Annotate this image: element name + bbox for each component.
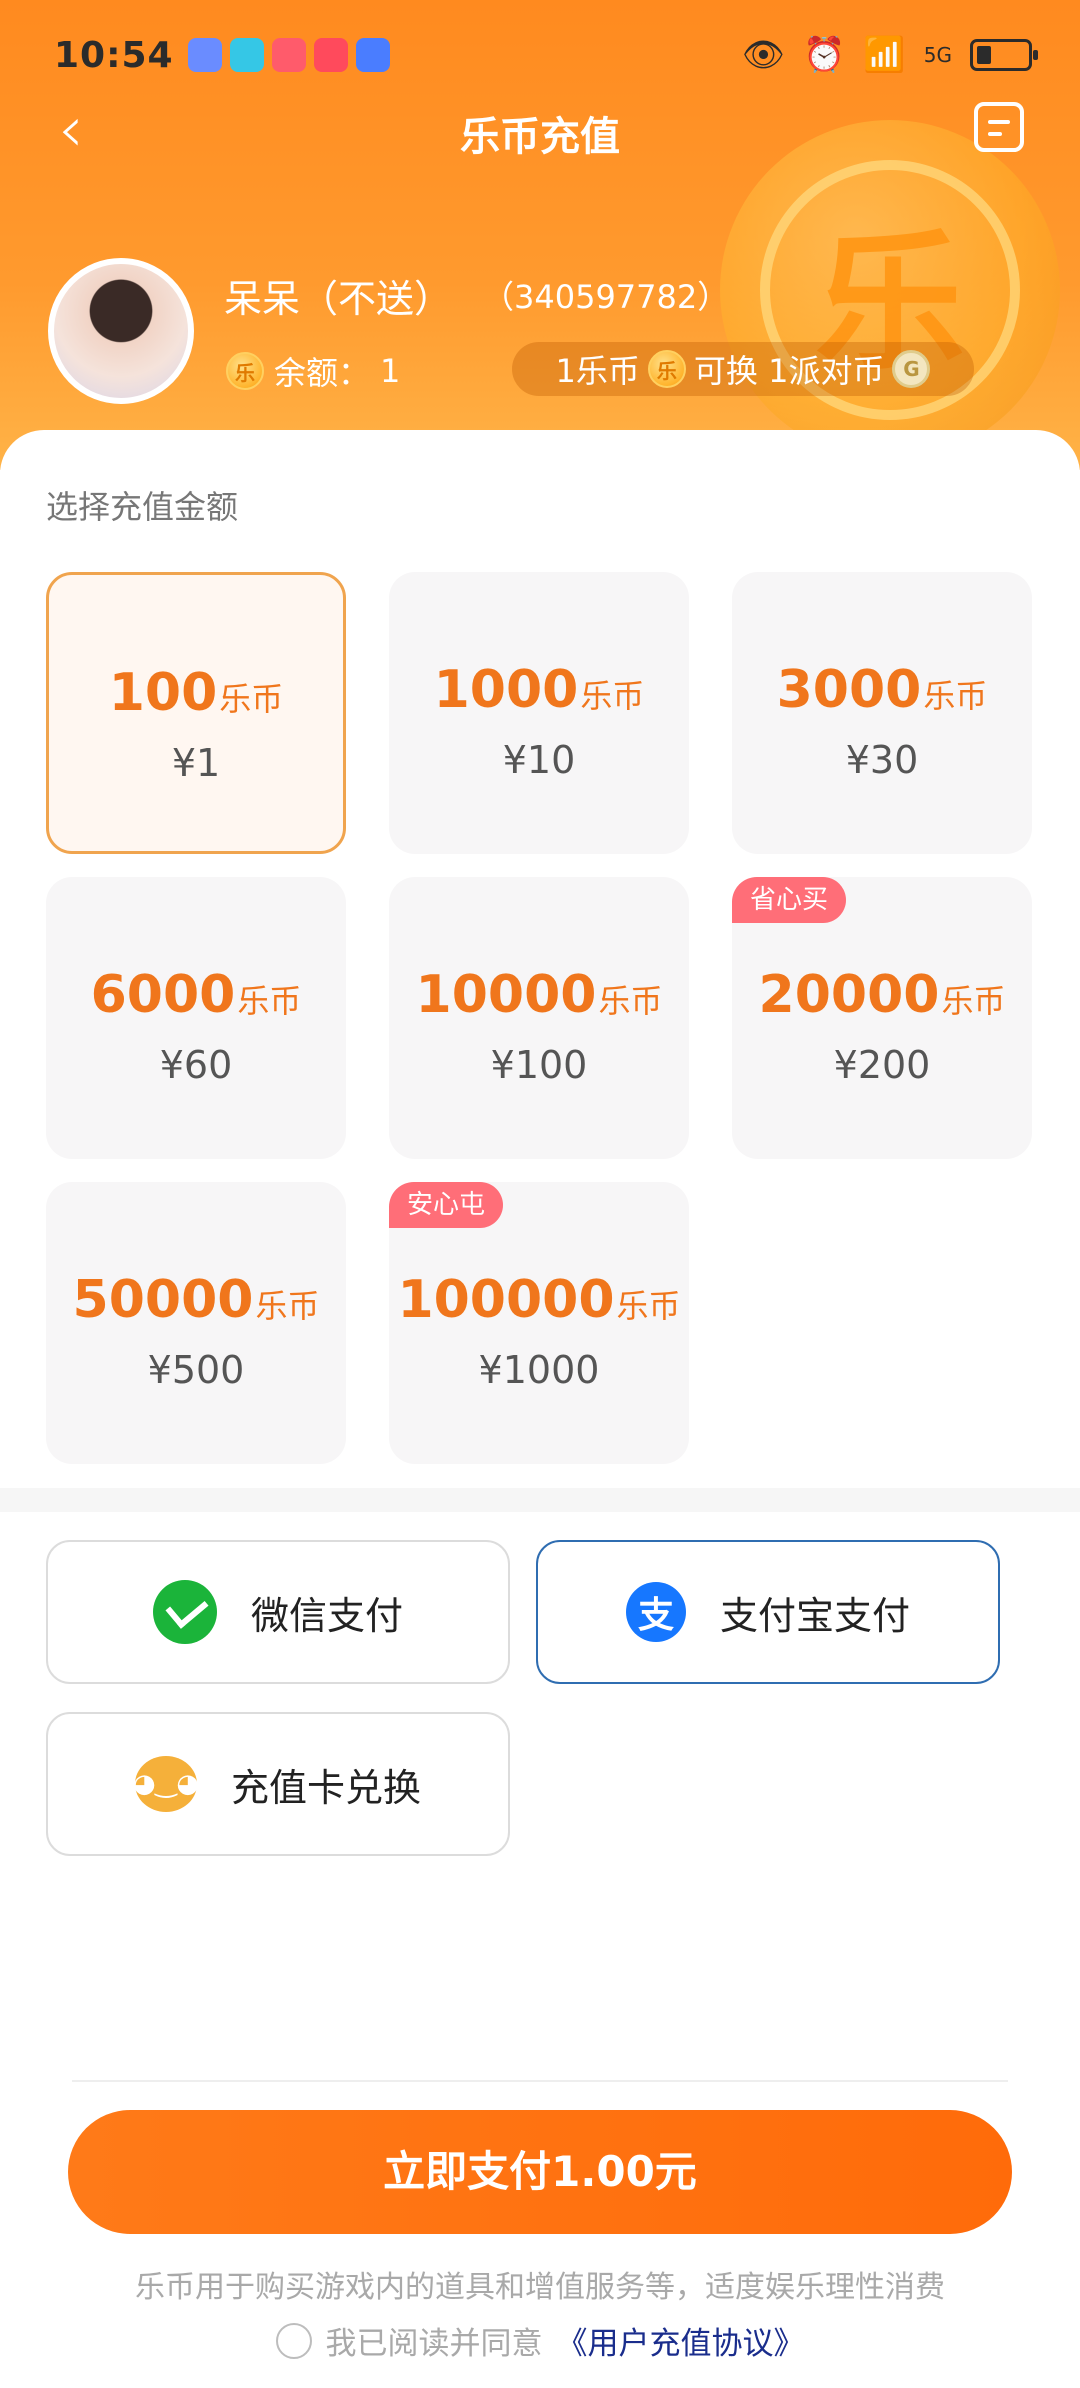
notification-icons <box>187 38 390 72</box>
amount-option-100[interactable]: 100乐币 ¥1 <box>46 572 346 854</box>
rate-middle: 可换 1派对币 <box>693 352 885 390</box>
huawei-app-icon <box>313 38 348 72</box>
card-redeem-label: 充值卡兑换 <box>230 1765 421 1810</box>
section-title: 选择充值金额 <box>46 488 239 526</box>
status-time: 10:54 <box>54 34 174 76</box>
recharge-card: 选择充值金额 100乐币 ¥1 1000乐币 ¥10 3000乐币 ¥30 60… <box>0 430 1080 1492</box>
amount-option-50000[interactable]: 50000乐币 ¥500 <box>46 1182 346 1464</box>
notes-app-icon <box>355 38 390 72</box>
eye-icon: 👁 <box>741 35 786 75</box>
amount-option-20000[interactable]: 省心买 20000乐币 ¥200 <box>732 877 1032 1159</box>
pay-now-button[interactable]: 立即支付1.00元 <box>68 2110 1012 2234</box>
party-coin-icon: G <box>892 350 931 388</box>
le-coin-icon: 乐 <box>647 350 686 388</box>
option-coins: 100000 <box>397 1270 615 1330</box>
alipay-label: 支付宝支付 <box>719 1593 910 1638</box>
wechat-pay-button[interactable]: 微信支付 <box>46 1540 510 1684</box>
option-price: ¥30 <box>845 738 919 782</box>
wechat-icon <box>152 1580 217 1644</box>
avatar <box>48 258 194 404</box>
alipay-icon: 支 <box>625 1582 686 1642</box>
amount-option-1000[interactable]: 1000乐币 ¥10 <box>389 572 689 854</box>
option-coins: 10000 <box>415 965 597 1025</box>
exchange-rate-pill: 1乐币 乐 可换 1派对币 G <box>512 342 974 396</box>
balance-label: 余额： <box>274 354 371 392</box>
balance-row: 乐 余额： 1 <box>226 348 400 394</box>
option-coins: 100 <box>108 663 218 723</box>
user-id: （340597782） <box>482 278 730 316</box>
amount-option-100000[interactable]: 安心屯 100000乐币 ¥1000 <box>389 1182 689 1464</box>
book-app-icon <box>271 38 306 72</box>
agree-text: 我已阅读并同意 <box>325 2326 543 2362</box>
option-price: ¥60 <box>159 1043 233 1087</box>
amount-option-10000[interactable]: 10000乐币 ¥100 <box>389 877 689 1159</box>
amount-option-3000[interactable]: 3000乐币 ¥30 <box>732 572 1032 854</box>
music-app-icon <box>187 38 222 72</box>
rate-left: 1乐币 <box>555 352 640 390</box>
footer-divider <box>72 2080 1008 2082</box>
option-price: ¥200 <box>833 1043 931 1087</box>
network-label: 5G <box>923 43 952 67</box>
alarm-icon: ⏰ <box>803 35 846 75</box>
option-price: ¥1 <box>171 741 221 785</box>
page-title: 乐币充值 <box>460 114 620 160</box>
promo-tag: 省心买 <box>732 877 847 923</box>
le-coin-icon: 乐 <box>226 352 264 390</box>
option-coins: 6000 <box>90 965 236 1025</box>
option-price: ¥10 <box>502 738 576 782</box>
card-redeem-button[interactable]: ◕‿◕ 充值卡兑换 <box>46 1712 510 1856</box>
promo-tag: 安心屯 <box>389 1182 504 1228</box>
option-price: ¥100 <box>490 1043 588 1087</box>
reader-app-icon <box>229 38 264 72</box>
section-divider <box>0 1488 1080 1512</box>
option-coins: 3000 <box>776 660 922 720</box>
disclaimer-text: 乐币用于购买游戏内的道具和增值服务等，适度娱乐理性消费 <box>135 2270 945 2305</box>
status-right: 👁 ⏰ 📶 5G <box>741 35 1038 75</box>
username: 呆呆（不送） <box>224 277 453 321</box>
agreement-link[interactable]: 《用户充值协议》 <box>557 2318 805 2363</box>
agree-checkbox[interactable] <box>275 2322 312 2359</box>
wifi-icon: 📶 <box>863 35 906 75</box>
option-coins: 20000 <box>758 965 940 1025</box>
option-coins: 1000 <box>433 660 579 720</box>
wechat-pay-label: 微信支付 <box>250 1593 403 1638</box>
battery-icon <box>970 39 1038 71</box>
header: 乐 10:54 👁 ⏰ 📶 5G ‹ 乐币充值 呆呆（不送） （34059778… <box>0 0 1080 470</box>
balance-value: 1 <box>380 352 401 390</box>
order-list-button[interactable] <box>974 102 1024 152</box>
option-price: ¥500 <box>147 1348 245 1392</box>
option-coins: 50000 <box>72 1270 254 1330</box>
option-price: ¥1000 <box>478 1348 600 1392</box>
alipay-button[interactable]: 支 支付宝支付 <box>536 1540 1000 1684</box>
navbar: ‹ 乐币充值 <box>0 90 1080 170</box>
agreement-row: 我已阅读并同意 《用户充值协议》 <box>0 2318 1080 2363</box>
amount-option-6000[interactable]: 6000乐币 ¥60 <box>46 877 346 1159</box>
mascot-icon: ◕‿◕ <box>133 1756 199 1812</box>
